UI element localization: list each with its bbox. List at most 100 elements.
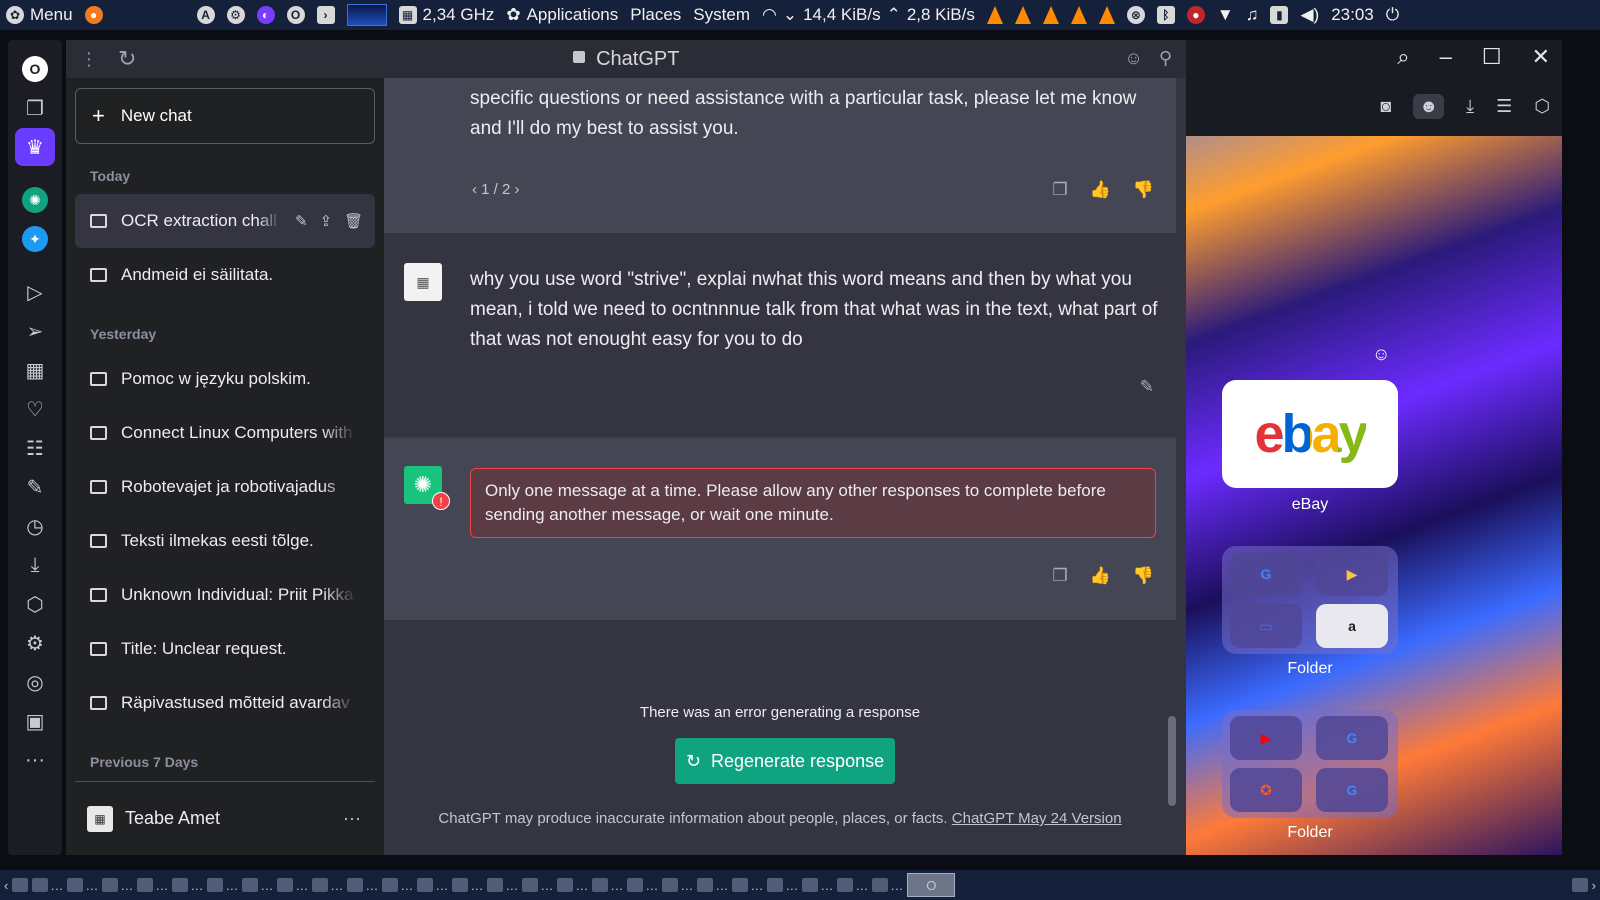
chatgpt-sidebar-icon[interactable]: ✺ (15, 181, 55, 219)
minimize-icon[interactable]: – (1440, 44, 1452, 70)
emoji-icon[interactable]: ☺ (1124, 48, 1142, 69)
chat-item[interactable]: Robotevajet ja robotivajadus (75, 460, 375, 514)
response-pager[interactable]: ‹ 1 / 2 › (472, 181, 520, 198)
vlc-icon[interactable] (1070, 6, 1087, 24)
thumbs-up-icon[interactable]: 👍 (1090, 566, 1111, 586)
show-desktop-icon[interactable] (12, 878, 29, 892)
share-icon[interactable]: ⇪ (320, 212, 333, 230)
chat-item[interactable]: Andmeid ei säilitata. (75, 248, 375, 302)
new-chat-button[interactable]: + New chat (75, 88, 375, 144)
vlc-icon[interactable] (1014, 6, 1031, 24)
thumbs-up-icon[interactable]: 👍 (1090, 180, 1111, 200)
taskbar-item[interactable]: … (627, 878, 658, 893)
thumbs-down-icon[interactable]: 👎 (1133, 566, 1154, 586)
extensions-icon[interactable]: ▣ (15, 702, 55, 740)
emoji-icon[interactable]: ☺ (1372, 344, 1390, 365)
taskbar-item[interactable]: … (382, 878, 413, 893)
settings-cog-icon[interactable]: ⚙ (226, 6, 245, 24)
easy-setup-icon[interactable]: ☰ (1496, 96, 1512, 117)
edit-message-icon[interactable]: ✎ (1140, 377, 1154, 397)
speed-dial-folder[interactable]: G ▶ ▭ a (1222, 546, 1398, 654)
profile-icon[interactable]: ☻ (1413, 94, 1445, 119)
close-icon[interactable]: ✕ (1532, 44, 1550, 70)
taskbar-item[interactable]: … (767, 878, 798, 893)
chat-item[interactable]: Räpivastused mõtteid avardav (75, 676, 375, 730)
taskbar-item[interactable]: … (417, 878, 448, 893)
chat-item[interactable]: Teksti ilmekas eesti tõlge. (75, 514, 375, 568)
bluetooth-icon[interactable]: ᛒ (1156, 6, 1175, 24)
terminal-icon[interactable]: › (316, 6, 335, 24)
twitter-icon[interactable]: ✦ (15, 220, 55, 258)
user-menu[interactable]: ▦ Teabe Amet ··· (75, 781, 375, 855)
taskbar-item[interactable]: … (802, 878, 833, 893)
taskbar-item[interactable]: … (732, 878, 763, 893)
chat-item[interactable]: Pomoc w języku polskim. (75, 352, 375, 406)
battery-icon[interactable]: ▮ (1270, 6, 1289, 24)
system-menu[interactable]: System (693, 5, 750, 25)
taskbar-item[interactable]: … (67, 878, 98, 893)
taskbar-item-active-opera[interactable]: O (907, 873, 956, 897)
scroll-right-icon[interactable]: › (1592, 878, 1596, 893)
record-icon[interactable]: ● (1186, 6, 1205, 24)
settings-gear-icon[interactable]: ⚙ (15, 624, 55, 662)
thumbs-down-icon[interactable]: 👎 (1133, 180, 1154, 200)
scrollbar[interactable] (1168, 716, 1176, 806)
wifi-signal-icon[interactable]: ▼ (1217, 5, 1234, 25)
taskbar-item[interactable]: … (487, 878, 518, 893)
more-options-icon[interactable]: ··· (343, 808, 361, 829)
rename-pencil-icon[interactable]: ✎ (295, 212, 308, 230)
power-icon[interactable]: ⏻ (1386, 5, 1399, 25)
taskbar-item[interactable]: … (32, 878, 63, 893)
drag-handle-icon[interactable]: ⋮ (80, 49, 102, 70)
vlc-icon[interactable] (1042, 6, 1059, 24)
app-icon-moon[interactable]: ◐ (256, 6, 275, 24)
app-icon-a[interactable]: A (196, 6, 215, 24)
cube-icon[interactable]: ⬡ (15, 585, 55, 623)
chevron-left-icon[interactable]: ‹ (472, 181, 477, 198)
regenerate-response-button[interactable]: ↻ Regenerate response (675, 738, 895, 784)
taskbar-item[interactable]: … (172, 878, 203, 893)
taskbar-item[interactable]: … (557, 878, 588, 893)
extensions-cube-icon[interactable]: ⬡ (1534, 96, 1550, 117)
applications-menu[interactable]: ✿ Applications (506, 5, 618, 25)
chat-item-active[interactable]: OCR extraction chall ✎ ⇪ 🗑 (75, 194, 375, 248)
taskbar-item[interactable]: … (452, 878, 483, 893)
crown-icon[interactable]: ♛ (15, 128, 55, 166)
copy-clipboard-icon[interactable]: ❐ (1052, 180, 1067, 200)
taskbar-item[interactable]: … (872, 878, 903, 893)
trash-icon[interactable] (1571, 878, 1588, 892)
downloads-icon[interactable]: ⤓ (1466, 96, 1474, 117)
taskbar-item[interactable]: … (137, 878, 168, 893)
speed-dial-folder[interactable]: ▶ G ✪ G (1222, 710, 1398, 818)
taskbar-item[interactable]: … (102, 878, 133, 893)
taskbar-item[interactable]: … (697, 878, 728, 893)
player-icon[interactable]: ▷ (15, 273, 55, 311)
more-dots-icon[interactable]: ··· (15, 741, 55, 779)
speed-dial-ebay[interactable]: ebay (1222, 380, 1398, 488)
volume-icon[interactable]: ◀) (1300, 5, 1319, 25)
opera-logo-icon[interactable]: O (15, 50, 55, 88)
heart-icon[interactable]: ♡ (15, 390, 55, 428)
taskbar-item[interactable]: … (837, 878, 868, 893)
download-icon[interactable]: ⤓ (15, 546, 55, 584)
pin-icon[interactable]: ⚲ (1159, 48, 1172, 69)
chevron-right-icon[interactable]: › (515, 181, 520, 198)
version-link[interactable]: ChatGPT May 24 Version (952, 810, 1122, 827)
chat-item[interactable]: Connect Linux Computers with (75, 406, 375, 460)
search-icon[interactable]: ⌕ (1397, 44, 1409, 70)
taskbar-item[interactable]: … (522, 878, 553, 893)
scroll-left-icon[interactable]: ‹ (4, 878, 8, 893)
history-clock-icon[interactable]: ◷ (15, 507, 55, 545)
bookmarks-book-icon[interactable]: ❐ (15, 89, 55, 127)
speed-dial-grid-icon[interactable]: ▦ (15, 351, 55, 389)
chat-item[interactable]: Unknown Individual: Priit Pikka (75, 568, 375, 622)
vlc-icon[interactable] (1098, 6, 1115, 24)
firefox-icon[interactable]: ● (84, 6, 103, 24)
taskbar-item[interactable]: … (347, 878, 378, 893)
edit-icon[interactable]: ✎ (15, 468, 55, 506)
maximize-icon[interactable]: ☐ (1482, 44, 1502, 70)
taskbar-item[interactable]: … (277, 878, 308, 893)
news-icon[interactable]: ☷ (15, 429, 55, 467)
clock[interactable]: 23:03 (1331, 5, 1374, 25)
send-icon[interactable]: ➢ (15, 312, 55, 350)
